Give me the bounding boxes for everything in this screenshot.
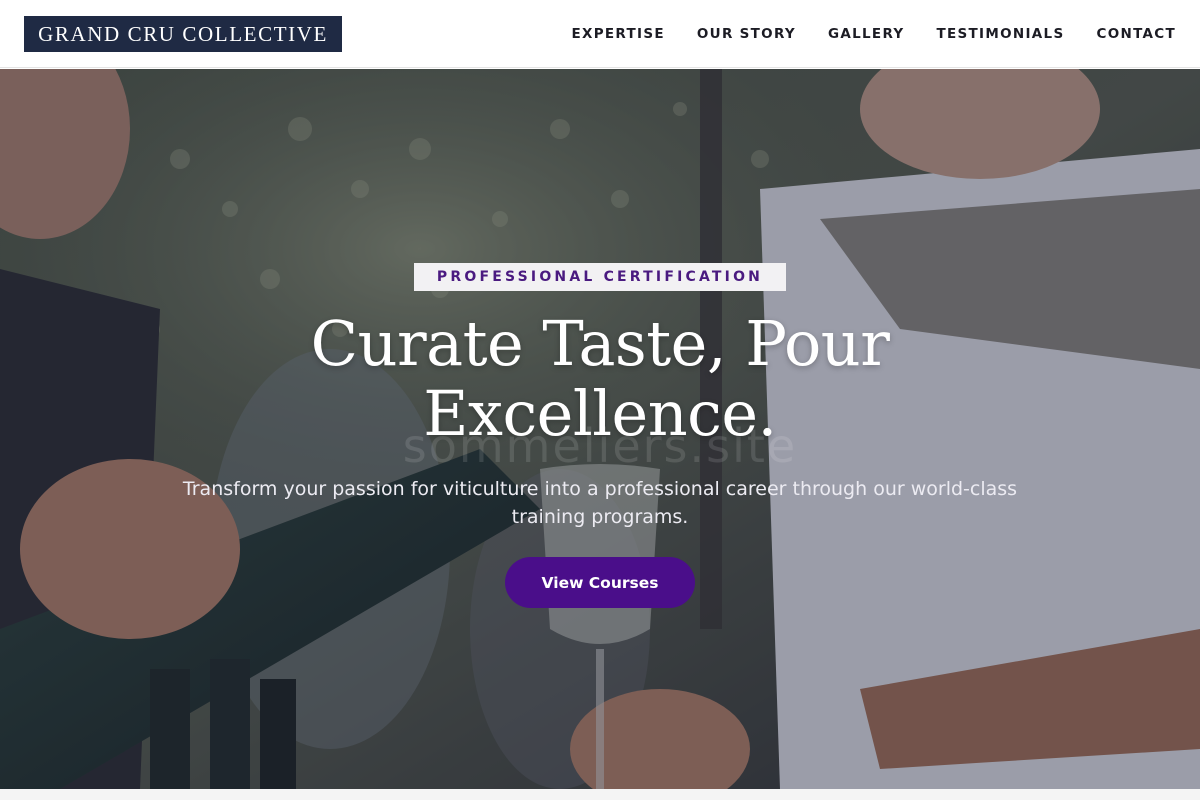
nav-link-gallery[interactable]: GALLERY	[828, 24, 905, 44]
hero-section: sommeliers.site PROFESSIONAL CERTIFICATI…	[0, 69, 1200, 789]
nav-link-our-story[interactable]: OUR STORY	[697, 24, 796, 44]
next-section-edge	[0, 789, 1200, 800]
site-header: GRAND CRU COLLECTIVE EXPERTISE OUR STORY…	[0, 0, 1200, 68]
hero-title: Curate Taste, Pour Excellence.	[310, 307, 890, 450]
nav-link-testimonials[interactable]: TESTIMONIALS	[936, 24, 1064, 44]
main-nav: EXPERTISE OUR STORY GALLERY TESTIMONIALS…	[571, 24, 1176, 44]
nav-link-expertise[interactable]: EXPERTISE	[571, 24, 664, 44]
site-logo[interactable]: GRAND CRU COLLECTIVE	[24, 16, 342, 52]
nav-link-contact[interactable]: CONTACT	[1096, 24, 1176, 44]
view-courses-button[interactable]: View Courses	[505, 557, 695, 608]
hero-subtitle: Transform your passion for viticulture i…	[182, 478, 1018, 528]
certification-badge: PROFESSIONAL CERTIFICATION	[414, 263, 786, 291]
